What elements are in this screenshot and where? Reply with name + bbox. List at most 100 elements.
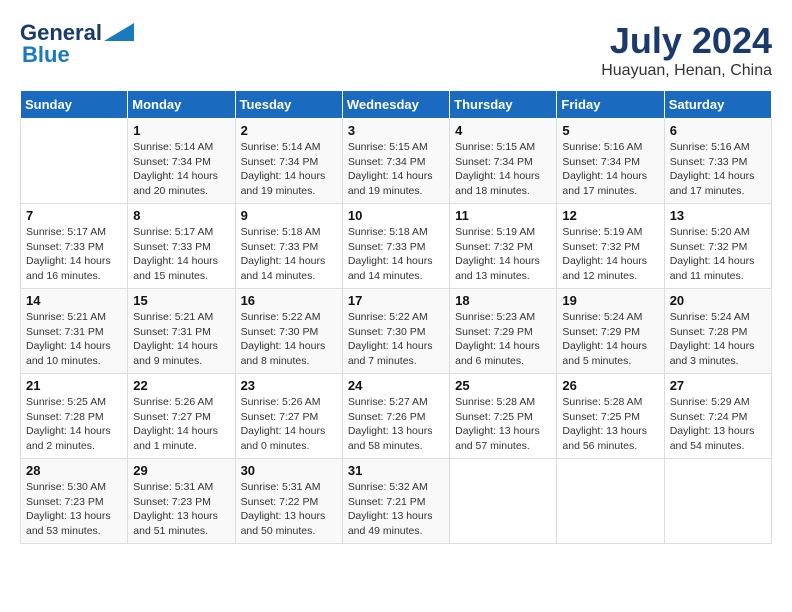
day-number: 23 [241, 378, 337, 393]
logo-blue: Blue [20, 42, 70, 68]
day-number: 17 [348, 293, 444, 308]
day-number: 5 [562, 123, 658, 138]
calendar-body: 1 Sunrise: 5:14 AM Sunset: 7:34 PM Daylig… [21, 119, 772, 544]
calendar-cell: 24 Sunrise: 5:27 AM Sunset: 7:26 PM Dayli… [342, 374, 449, 459]
calendar-cell: 21 Sunrise: 5:25 AM Sunset: 7:28 PM Dayli… [21, 374, 128, 459]
day-number: 28 [26, 463, 122, 478]
day-header-tuesday: Tuesday [235, 91, 342, 119]
day-info: Sunrise: 5:17 AM Sunset: 7:33 PM Dayligh… [26, 225, 122, 284]
day-info: Sunrise: 5:27 AM Sunset: 7:26 PM Dayligh… [348, 395, 444, 454]
calendar-cell: 22Sunrise: 5:26 AM Sunset: 7:27 PM Dayli… [128, 374, 235, 459]
week-row-5: 28 Sunrise: 5:30 AM Sunset: 7:23 PM Dayli… [21, 459, 772, 544]
calendar-cell: 29Sunrise: 5:31 AM Sunset: 7:23 PM Dayli… [128, 459, 235, 544]
week-row-4: 21 Sunrise: 5:25 AM Sunset: 7:28 PM Dayli… [21, 374, 772, 459]
day-header-saturday: Saturday [664, 91, 771, 119]
calendar-cell: 18Sunrise: 5:23 AM Sunset: 7:29 PM Dayli… [450, 289, 557, 374]
calendar-cell: 7 Sunrise: 5:17 AM Sunset: 7:33 PM Daylig… [21, 204, 128, 289]
day-info: Sunrise: 5:28 AM Sunset: 7:25 PM Dayligh… [455, 395, 551, 454]
day-info: Sunrise: 5:22 AM Sunset: 7:30 PM Dayligh… [348, 310, 444, 369]
day-number: 18 [455, 293, 551, 308]
calendar-cell: 2Sunrise: 5:14 AM Sunset: 7:34 PM Daylig… [235, 119, 342, 204]
day-header-monday: Monday [128, 91, 235, 119]
day-info: Sunrise: 5:24 AM Sunset: 7:28 PM Dayligh… [670, 310, 766, 369]
calendar-cell: 9Sunrise: 5:18 AM Sunset: 7:33 PM Daylig… [235, 204, 342, 289]
day-number: 3 [348, 123, 444, 138]
day-number: 10 [348, 208, 444, 223]
day-info: Sunrise: 5:19 AM Sunset: 7:32 PM Dayligh… [562, 225, 658, 284]
day-header-friday: Friday [557, 91, 664, 119]
logo-icon [104, 23, 134, 41]
day-number: 16 [241, 293, 337, 308]
calendar-cell: 17 Sunrise: 5:22 AM Sunset: 7:30 PM Dayli… [342, 289, 449, 374]
calendar-cell: 5 Sunrise: 5:16 AM Sunset: 7:34 PM Daylig… [557, 119, 664, 204]
calendar-cell: 1 Sunrise: 5:14 AM Sunset: 7:34 PM Daylig… [128, 119, 235, 204]
day-info: Sunrise: 5:14 AM Sunset: 7:34 PM Dayligh… [133, 140, 229, 199]
day-number: 7 [26, 208, 122, 223]
calendar-cell: 26Sunrise: 5:28 AM Sunset: 7:25 PM Dayli… [557, 374, 664, 459]
day-number: 25 [455, 378, 551, 393]
day-info: Sunrise: 5:18 AM Sunset: 7:33 PM Dayligh… [241, 225, 337, 284]
day-info: Sunrise: 5:16 AM Sunset: 7:33 PM Dayligh… [670, 140, 766, 199]
day-info: Sunrise: 5:28 AM Sunset: 7:25 PM Dayligh… [562, 395, 658, 454]
calendar-cell: 15 Sunrise: 5:21 AM Sunset: 7:31 PM Dayli… [128, 289, 235, 374]
day-number: 4 [455, 123, 551, 138]
day-info: Sunrise: 5:15 AM Sunset: 7:34 PM Dayligh… [348, 140, 444, 199]
calendar-cell [557, 459, 664, 544]
calendar-header: SundayMondayTuesdayWednesdayThursdayFrid… [21, 91, 772, 119]
day-info: Sunrise: 5:16 AM Sunset: 7:34 PM Dayligh… [562, 140, 658, 199]
day-info: Sunrise: 5:14 AM Sunset: 7:34 PM Dayligh… [241, 140, 337, 199]
calendar-cell: 13Sunrise: 5:20 AM Sunset: 7:32 PM Dayli… [664, 204, 771, 289]
month-year: July 2024 [601, 20, 772, 62]
calendar-cell: 16 Sunrise: 5:22 AM Sunset: 7:30 PM Dayli… [235, 289, 342, 374]
day-info: Sunrise: 5:29 AM Sunset: 7:24 PM Dayligh… [670, 395, 766, 454]
week-row-3: 14Sunrise: 5:21 AM Sunset: 7:31 PM Dayli… [21, 289, 772, 374]
location: Huayuan, Henan, China [601, 62, 772, 80]
day-number: 30 [241, 463, 337, 478]
week-row-1: 1 Sunrise: 5:14 AM Sunset: 7:34 PM Daylig… [21, 119, 772, 204]
calendar-cell: 8 Sunrise: 5:17 AM Sunset: 7:33 PM Daylig… [128, 204, 235, 289]
day-info: Sunrise: 5:17 AM Sunset: 7:33 PM Dayligh… [133, 225, 229, 284]
day-info: Sunrise: 5:30 AM Sunset: 7:23 PM Dayligh… [26, 480, 122, 539]
day-number: 22 [133, 378, 229, 393]
calendar-cell: 12 Sunrise: 5:19 AM Sunset: 7:32 PM Dayli… [557, 204, 664, 289]
day-number: 19 [562, 293, 658, 308]
calendar-cell: 23 Sunrise: 5:26 AM Sunset: 7:27 PM Dayli… [235, 374, 342, 459]
day-info: Sunrise: 5:31 AM Sunset: 7:23 PM Dayligh… [133, 480, 229, 539]
calendar-cell: 6 Sunrise: 5:16 AM Sunset: 7:33 PM Daylig… [664, 119, 771, 204]
day-number: 8 [133, 208, 229, 223]
day-info: Sunrise: 5:26 AM Sunset: 7:27 PM Dayligh… [241, 395, 337, 454]
week-row-2: 7 Sunrise: 5:17 AM Sunset: 7:33 PM Daylig… [21, 204, 772, 289]
day-number: 27 [670, 378, 766, 393]
calendar-cell [450, 459, 557, 544]
page-header: General Blue July 2024 Huayuan, Henan, C… [20, 20, 772, 80]
day-number: 6 [670, 123, 766, 138]
day-number: 13 [670, 208, 766, 223]
day-info: Sunrise: 5:25 AM Sunset: 7:28 PM Dayligh… [26, 395, 122, 454]
day-number: 24 [348, 378, 444, 393]
day-number: 1 [133, 123, 229, 138]
day-info: Sunrise: 5:18 AM Sunset: 7:33 PM Dayligh… [348, 225, 444, 284]
calendar-cell: 27 Sunrise: 5:29 AM Sunset: 7:24 PM Dayli… [664, 374, 771, 459]
day-info: Sunrise: 5:32 AM Sunset: 7:21 PM Dayligh… [348, 480, 444, 539]
day-info: Sunrise: 5:15 AM Sunset: 7:34 PM Dayligh… [455, 140, 551, 199]
title-area: July 2024 Huayuan, Henan, China [601, 20, 772, 80]
day-number: 21 [26, 378, 122, 393]
day-number: 12 [562, 208, 658, 223]
day-info: Sunrise: 5:21 AM Sunset: 7:31 PM Dayligh… [26, 310, 122, 369]
day-info: Sunrise: 5:24 AM Sunset: 7:29 PM Dayligh… [562, 310, 658, 369]
calendar-cell: 31 Sunrise: 5:32 AM Sunset: 7:21 PM Dayli… [342, 459, 449, 544]
day-number: 15 [133, 293, 229, 308]
calendar-cell: 14Sunrise: 5:21 AM Sunset: 7:31 PM Dayli… [21, 289, 128, 374]
calendar-cell: 10 Sunrise: 5:18 AM Sunset: 7:33 PM Dayli… [342, 204, 449, 289]
day-info: Sunrise: 5:21 AM Sunset: 7:31 PM Dayligh… [133, 310, 229, 369]
day-number: 31 [348, 463, 444, 478]
day-number: 20 [670, 293, 766, 308]
day-header-sunday: Sunday [21, 91, 128, 119]
day-header-thursday: Thursday [450, 91, 557, 119]
calendar-cell: 25 Sunrise: 5:28 AM Sunset: 7:25 PM Dayli… [450, 374, 557, 459]
day-info: Sunrise: 5:22 AM Sunset: 7:30 PM Dayligh… [241, 310, 337, 369]
calendar-cell: 3 Sunrise: 5:15 AM Sunset: 7:34 PM Daylig… [342, 119, 449, 204]
day-number: 11 [455, 208, 551, 223]
calendar-table: SundayMondayTuesdayWednesdayThursdayFrid… [20, 90, 772, 544]
calendar-cell: 4 Sunrise: 5:15 AM Sunset: 7:34 PM Daylig… [450, 119, 557, 204]
